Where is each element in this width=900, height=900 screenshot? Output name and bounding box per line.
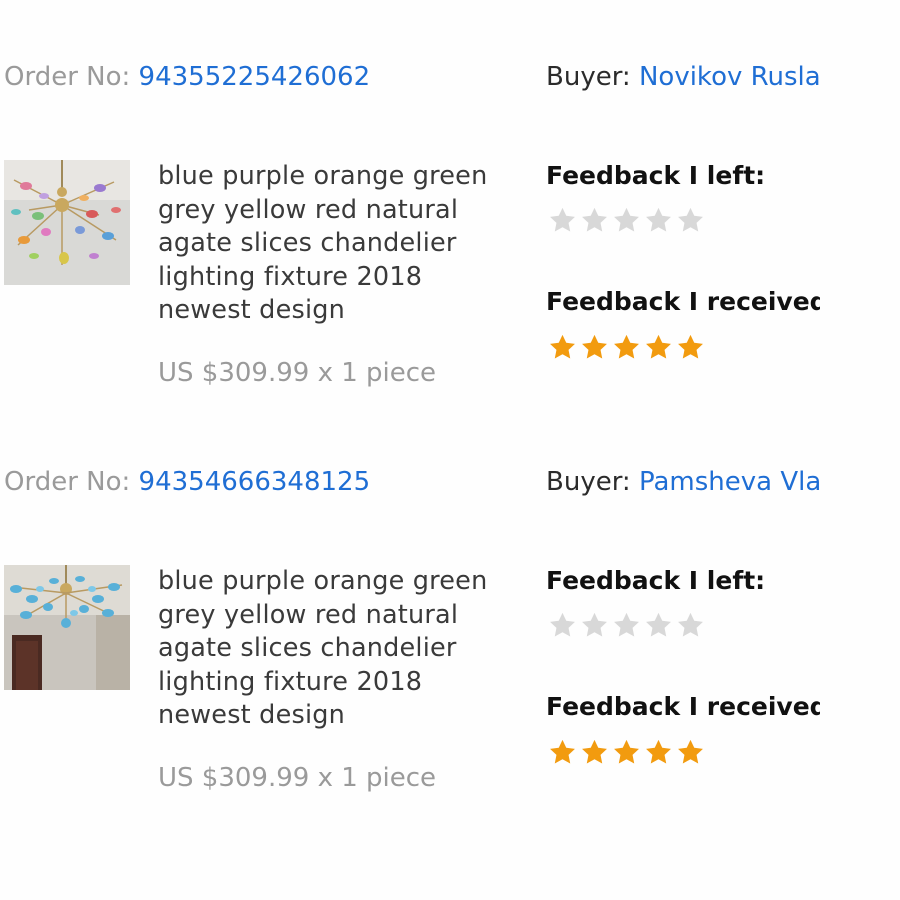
- star-icon: [676, 611, 705, 640]
- star-icon: [580, 206, 609, 235]
- feedback-received-rating: [548, 738, 705, 767]
- product-thumbnail[interactable]: [4, 565, 130, 690]
- product-price: US $309.99 x 1 piece: [158, 358, 437, 388]
- star-icon: [644, 611, 673, 640]
- order-number: Order No: 94354666348125: [4, 467, 370, 497]
- star-icon: [612, 611, 641, 640]
- order-card: Order No: 94355225426062 Buyer: Novikov …: [0, 0, 900, 400]
- star-icon: [548, 333, 577, 362]
- buyer-info: Buyer: Novikov Rusla: [546, 62, 820, 92]
- star-icon: [676, 333, 705, 362]
- star-icon: [548, 738, 577, 767]
- buyer-label: Buyer:: [546, 467, 631, 497]
- product-thumbnail[interactable]: [4, 160, 130, 285]
- star-icon: [644, 738, 673, 767]
- star-icon: [644, 206, 673, 235]
- buyer-name-link[interactable]: Pamsheva Vla: [639, 467, 820, 497]
- buyer-name-link[interactable]: Novikov Rusla: [639, 62, 820, 92]
- buyer-label: Buyer:: [546, 62, 631, 92]
- star-icon: [644, 333, 673, 362]
- feedback-left-rating: [548, 206, 705, 235]
- feedback-received-rating: [548, 333, 705, 362]
- feedback-left-rating: [548, 611, 705, 640]
- star-icon: [676, 738, 705, 767]
- star-icon: [548, 206, 577, 235]
- feedback-received-label: Feedback I received:: [546, 287, 820, 316]
- order-no-label: Order No:: [4, 62, 131, 92]
- chandelier-image: [4, 565, 130, 690]
- star-icon: [676, 206, 705, 235]
- star-icon: [612, 333, 641, 362]
- star-icon: [612, 738, 641, 767]
- product-title-link[interactable]: blue purple orange green grey yellow red…: [158, 565, 503, 733]
- order-number: Order No: 94355225426062: [4, 62, 370, 92]
- order-no-label: Order No:: [4, 467, 131, 497]
- feedback-received-label: Feedback I received:: [546, 692, 820, 721]
- product-title-link[interactable]: blue purple orange green grey yellow red…: [158, 160, 503, 328]
- buyer-info: Buyer: Pamsheva Vla: [546, 467, 820, 497]
- order-no-link[interactable]: 94355225426062: [139, 62, 371, 92]
- star-icon: [580, 611, 609, 640]
- star-icon: [612, 206, 641, 235]
- order-card: Order No: 94354666348125 Buyer: Pamsheva…: [0, 405, 900, 805]
- feedback-left-label: Feedback I left:: [546, 566, 766, 595]
- order-feedback-list: Order No: 94355225426062 Buyer: Novikov …: [0, 0, 900, 900]
- chandelier-image: [4, 160, 130, 285]
- product-price: US $309.99 x 1 piece: [158, 763, 437, 793]
- star-icon: [580, 333, 609, 362]
- star-icon: [548, 611, 577, 640]
- feedback-left-label: Feedback I left:: [546, 161, 766, 190]
- order-no-link[interactable]: 94354666348125: [139, 467, 371, 497]
- star-icon: [580, 738, 609, 767]
